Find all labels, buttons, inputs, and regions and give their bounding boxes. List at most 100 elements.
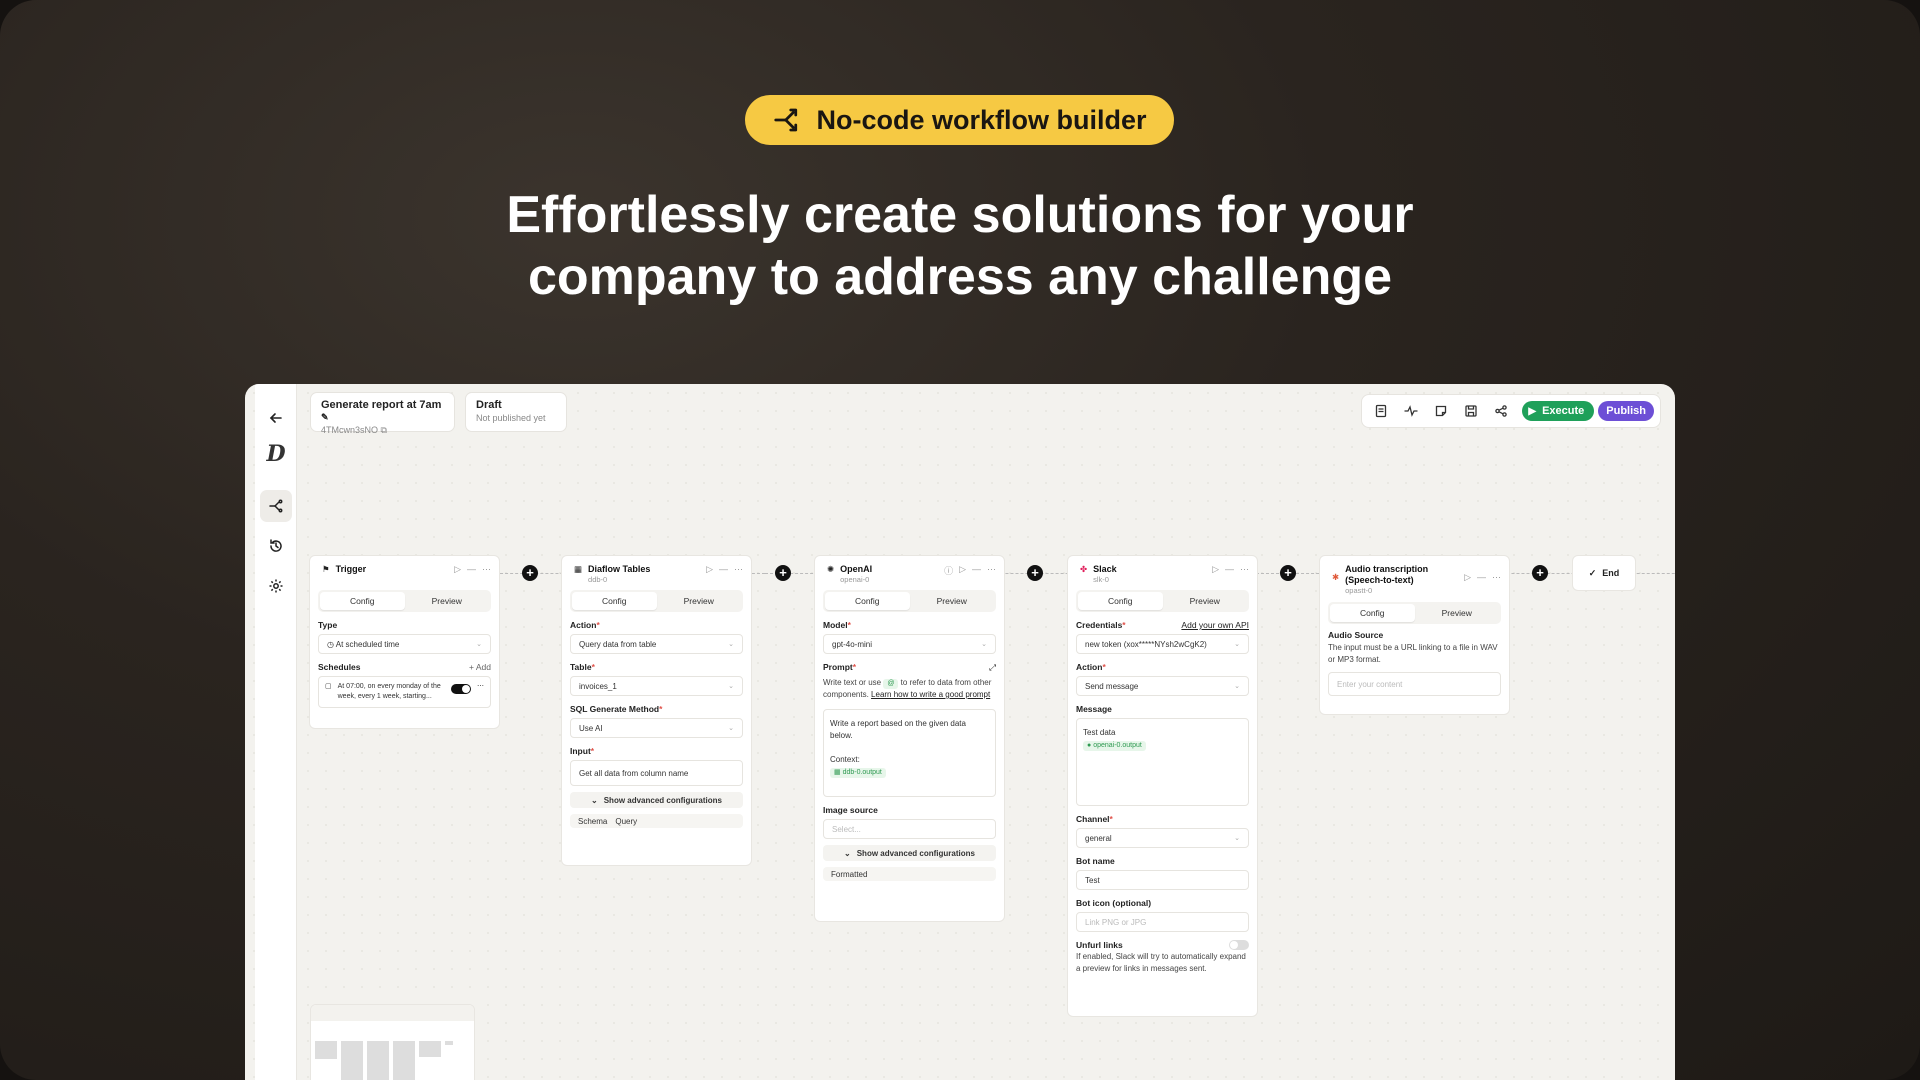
prompt-help-link[interactable]: Learn how to write a good prompt bbox=[871, 690, 990, 699]
add-node-button[interactable]: + bbox=[775, 565, 791, 581]
prompt-description: Write text or use @ to refer to data fro… bbox=[823, 678, 992, 699]
share-icon[interactable] bbox=[1488, 398, 1514, 424]
more-icon[interactable]: ⋯ bbox=[1240, 564, 1249, 575]
more-icon[interactable]: ⋯ bbox=[734, 564, 743, 575]
audio-node[interactable]: ✱ Audio transcription (Speech-to-text) opa… bbox=[1319, 555, 1510, 715]
brand-logo-icon[interactable]: D bbox=[260, 438, 292, 470]
model-select[interactable]: gpt-4o-mini ⌄ bbox=[823, 634, 996, 654]
tab-config[interactable]: Config bbox=[1078, 592, 1163, 610]
note-icon[interactable] bbox=[1428, 398, 1454, 424]
chevron-down-icon: ⌄ bbox=[1234, 641, 1240, 648]
left-rail: D bbox=[255, 384, 297, 1080]
tab-preview[interactable]: Preview bbox=[1415, 604, 1500, 622]
schedule-item[interactable]: ▢ At 07:00, on every monday of the week,… bbox=[318, 676, 491, 708]
prompt-textarea[interactable]: Write a report based on the given data b… bbox=[823, 709, 996, 797]
add-node-button[interactable]: + bbox=[1280, 565, 1296, 581]
status-sub: Not published yet bbox=[476, 413, 546, 423]
image-source-select[interactable]: Select... bbox=[823, 819, 996, 839]
action-select[interactable]: Query data from table ⌄ bbox=[570, 634, 743, 654]
unfurl-description: If enabled, Slack will try to automatica… bbox=[1076, 952, 1246, 973]
activity-icon[interactable] bbox=[1398, 398, 1424, 424]
run-icon[interactable]: ▷ bbox=[959, 564, 966, 577]
bot-icon-input[interactable]: Link PNG or JPG bbox=[1076, 912, 1249, 932]
advanced-toggle[interactable]: ⌄ Show advanced configurations bbox=[570, 792, 743, 808]
workflow-name-chip[interactable]: Generate report at 7am ✎ 4TMcwn3sNO ⧉ bbox=[310, 392, 455, 435]
slack-node[interactable]: ✤ Slack slk-0 ▷ — ⋯ Config Preview Credentia… bbox=[1067, 555, 1258, 1017]
field-label: Type bbox=[318, 620, 338, 630]
run-icon[interactable]: ▷ bbox=[706, 564, 713, 575]
add-node-button[interactable]: + bbox=[1532, 565, 1548, 581]
tab-config[interactable]: Config bbox=[1330, 604, 1415, 622]
tab-preview[interactable]: Preview bbox=[657, 592, 742, 610]
publish-button[interactable]: Publish bbox=[1598, 401, 1654, 421]
settings-gear-icon[interactable] bbox=[260, 570, 292, 602]
trigger-node[interactable]: ⚑ Trigger ▷ — ⋯ Config Preview Type ◷ At sc… bbox=[309, 555, 500, 729]
bot-name-input[interactable]: Test bbox=[1076, 870, 1249, 890]
node-id: opastt-0 bbox=[1345, 586, 1373, 595]
tab-config[interactable]: Config bbox=[572, 592, 657, 610]
hero-headline: Effortlessly create solutions for your c… bbox=[506, 186, 1414, 306]
copy-icon[interactable]: ⧉ bbox=[381, 425, 387, 435]
action-select[interactable]: Send message ⌄ bbox=[1076, 676, 1249, 696]
minimize-icon[interactable]: — bbox=[467, 564, 476, 575]
edit-pencil-icon[interactable]: ✎ bbox=[321, 412, 329, 422]
tab-preview[interactable]: Preview bbox=[1163, 592, 1248, 610]
tab-query[interactable]: Query bbox=[615, 817, 637, 826]
tab-schema[interactable]: Schema bbox=[578, 817, 607, 826]
channel-select[interactable]: general ⌄ bbox=[1076, 828, 1249, 848]
add-node-button[interactable]: + bbox=[522, 565, 538, 581]
field-label: Schedules bbox=[318, 662, 361, 672]
minimize-icon[interactable]: — bbox=[972, 564, 981, 577]
sql-method-select[interactable]: Use AI ⌄ bbox=[570, 718, 743, 738]
calendar-icon: ▢ bbox=[325, 683, 332, 690]
node-id: openai-0 bbox=[840, 575, 870, 584]
advanced-toggle[interactable]: ⌄ Show advanced configurations bbox=[823, 845, 996, 861]
chevron-down-icon: ⌄ bbox=[844, 848, 851, 858]
add-api-link[interactable]: Add your own API bbox=[1181, 620, 1249, 630]
add-schedule-button[interactable]: + Add bbox=[469, 662, 491, 672]
unfurl-toggle[interactable] bbox=[1229, 940, 1249, 950]
field-label: Message bbox=[1076, 704, 1112, 714]
table-select[interactable]: invoices_1 ⌄ bbox=[570, 676, 743, 696]
openai-node[interactable]: ✺ OpenAI openai-0 ⓘ ▷ — ⋯ Config Preview Mode… bbox=[814, 555, 1005, 922]
execute-button[interactable]: ▶ Execute bbox=[1522, 401, 1595, 421]
run-icon[interactable]: ▷ bbox=[454, 564, 461, 575]
audio-source-input[interactable]: Enter your content bbox=[1328, 672, 1501, 696]
tab-config[interactable]: Config bbox=[320, 592, 405, 610]
tab-preview[interactable]: Preview bbox=[910, 592, 995, 610]
table-icon: ▦ bbox=[574, 564, 583, 574]
tab-preview[interactable]: Preview bbox=[405, 592, 490, 610]
tab-config[interactable]: Config bbox=[825, 592, 910, 610]
minimize-icon[interactable]: — bbox=[1225, 564, 1234, 575]
info-icon[interactable]: ⓘ bbox=[944, 564, 953, 577]
run-icon[interactable]: ▷ bbox=[1212, 564, 1219, 575]
audio-icon: ✱ bbox=[1332, 572, 1340, 582]
tables-node[interactable]: ▦ Diaflow Tables ddb-0 ▷ — ⋯ Config Preview … bbox=[561, 555, 752, 866]
expand-icon[interactable]: ⤢ bbox=[989, 662, 996, 673]
workflow-nav-icon[interactable] bbox=[260, 490, 292, 522]
field-label: Audio Source bbox=[1328, 630, 1384, 640]
minimap[interactable] bbox=[310, 1004, 475, 1080]
schedule-toggle[interactable] bbox=[451, 684, 471, 694]
end-node[interactable]: ✓ End bbox=[1572, 555, 1636, 591]
credentials-select[interactable]: new token (xox*****NYsh2wCgK2) ⌄ bbox=[1076, 634, 1249, 654]
more-icon[interactable]: ⋯ bbox=[477, 682, 484, 702]
docs-icon[interactable] bbox=[1368, 398, 1394, 424]
minimize-icon[interactable]: — bbox=[719, 564, 728, 575]
message-textarea[interactable]: Test data ● openai-0.output bbox=[1076, 718, 1249, 806]
more-icon[interactable]: ⋯ bbox=[482, 564, 491, 575]
minimize-icon[interactable]: — bbox=[1477, 572, 1486, 583]
clock-icon: ◷ bbox=[327, 639, 334, 649]
input-textarea[interactable]: Get all data from column name bbox=[570, 760, 743, 786]
more-icon[interactable]: ⋯ bbox=[1492, 572, 1501, 583]
add-node-button[interactable]: + bbox=[1027, 565, 1043, 581]
run-icon[interactable]: ▷ bbox=[1464, 572, 1471, 583]
more-icon[interactable]: ⋯ bbox=[987, 564, 996, 577]
save-icon[interactable] bbox=[1458, 398, 1484, 424]
history-icon[interactable] bbox=[260, 530, 292, 562]
back-arrow-icon[interactable] bbox=[260, 402, 292, 434]
formatted-tab[interactable]: Formatted bbox=[823, 867, 996, 881]
type-select[interactable]: ◷ At scheduled time ⌄ bbox=[318, 634, 491, 654]
workflow-name: Generate report at 7am bbox=[321, 399, 442, 411]
play-icon: ▶ bbox=[1528, 405, 1537, 417]
